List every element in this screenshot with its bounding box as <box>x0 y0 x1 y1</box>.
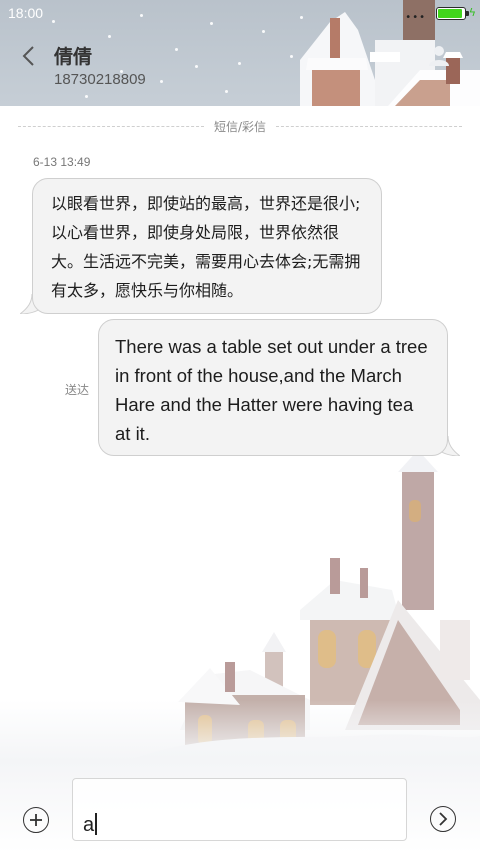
divider-line <box>18 125 204 127</box>
delivery-status: 送达 <box>65 383 90 397</box>
back-button[interactable] <box>14 40 42 72</box>
contact-number: 18730218809 <box>54 71 146 88</box>
text-cursor <box>95 813 97 835</box>
divider-line <box>276 125 463 127</box>
snowflake <box>238 62 241 65</box>
contact-info-button[interactable] <box>428 44 450 70</box>
snowflake <box>225 90 228 93</box>
send-button[interactable] <box>430 806 456 832</box>
status-bar: 18:00 ••• ϟ <box>0 0 480 28</box>
contact-name: 倩倩 <box>54 46 93 68</box>
conversation-header: 18:00 ••• ϟ 倩倩 18730218809 <box>0 0 480 106</box>
snowflake <box>85 95 88 98</box>
person-icon <box>429 46 449 66</box>
add-attachment-button[interactable] <box>23 807 49 833</box>
snowflake <box>108 35 111 38</box>
snowflake <box>195 65 198 68</box>
plus-circle-icon <box>30 814 42 826</box>
incoming-message-bubble[interactable]: 以眼看世界，即使站的最高，世界还是很小;以心看世界，即使身处局限，世界依然很大。… <box>32 178 382 314</box>
battery-level <box>438 9 462 18</box>
battery-icon <box>436 7 469 20</box>
snowflake <box>175 48 178 51</box>
incoming-message-text: 以眼看世界，即使站的最高，世界还是很小;以心看世界，即使身处局限，世界依然很大。… <box>51 194 361 300</box>
charging-icon: ϟ <box>468 6 476 19</box>
outgoing-message-text: There was a table set out under a tree i… <box>115 336 428 444</box>
composer-bar: a <box>0 773 480 853</box>
message-type-divider: 短信/彩信 <box>18 118 463 134</box>
message-input[interactable]: a <box>72 778 407 841</box>
chevron-left-icon <box>22 46 34 66</box>
snowflake <box>290 55 293 58</box>
message-input-value: a <box>83 814 95 836</box>
chevron-right-circle-icon <box>439 812 448 826</box>
message-type-label: 短信/彩信 <box>213 119 267 134</box>
message-timestamp: 6-13 13:49 <box>33 155 91 169</box>
signal-dots: ••• <box>405 12 426 23</box>
snowflake <box>160 80 163 83</box>
snowflake <box>262 30 265 33</box>
outgoing-message-bubble[interactable]: There was a table set out under a tree i… <box>98 319 448 456</box>
status-time: 18:00 <box>8 5 44 21</box>
